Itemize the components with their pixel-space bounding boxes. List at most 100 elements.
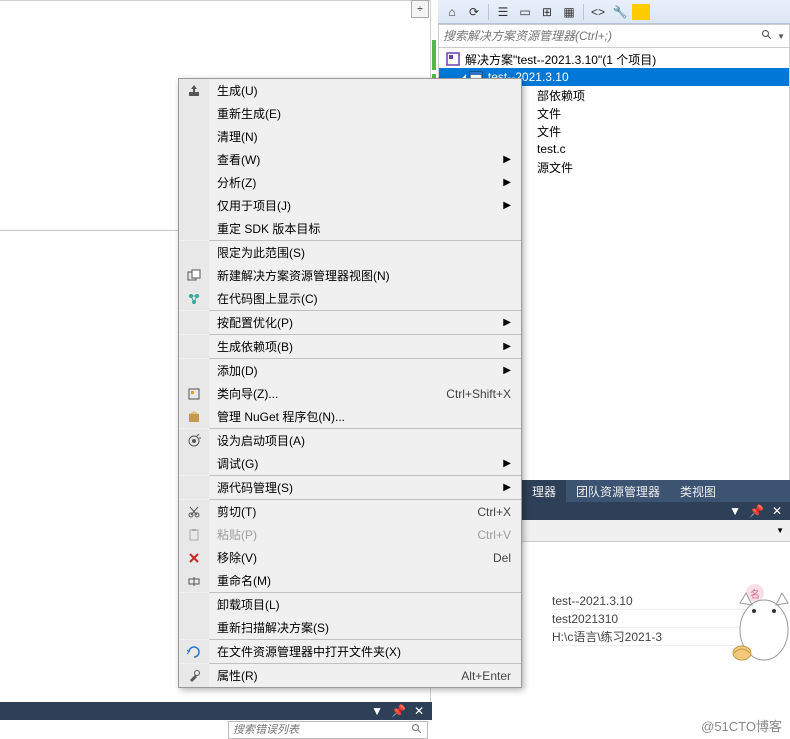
menu-item[interactable]: 调试(G)▶ xyxy=(179,452,521,475)
submenu-arrow-icon: ▶ xyxy=(497,200,511,211)
submenu-arrow-icon: ▶ xyxy=(497,482,511,493)
search-error-list[interactable] xyxy=(228,721,428,739)
new-view-icon xyxy=(179,264,209,287)
tab-class-view[interactable]: 类视图 xyxy=(670,480,726,502)
menu-label: 生成依赖项(B) xyxy=(209,338,497,355)
properties-icon xyxy=(179,664,209,687)
search-solution-explorer[interactable]: ▼ xyxy=(438,24,790,48)
menu-label: 属性(R) xyxy=(209,667,451,684)
dropdown-icon[interactable]: ▼ xyxy=(777,32,785,41)
menu-shortcut: Ctrl+X xyxy=(467,505,511,519)
menu-item[interactable]: 管理 NuGet 程序包(N)... xyxy=(179,405,521,428)
menu-icon-empty xyxy=(179,125,209,148)
menu-item[interactable]: 设为启动项目(A) xyxy=(179,429,521,452)
menu-item[interactable]: 查看(W)▶ xyxy=(179,148,521,171)
collapse-all-icon[interactable]: ☰ xyxy=(493,2,513,22)
separator xyxy=(488,4,489,20)
menu-item[interactable]: 重新生成(E) xyxy=(179,102,521,125)
solution-icon xyxy=(445,51,461,67)
solution-root[interactable]: 解决方案"test--2021.3.10"(1 个项目) xyxy=(439,50,789,68)
search-icon[interactable] xyxy=(757,29,777,44)
search-input[interactable] xyxy=(443,29,757,43)
code-icon[interactable]: <> xyxy=(588,2,608,22)
menu-item[interactable]: 剪切(T)Ctrl+X xyxy=(179,500,521,523)
show-all-icon[interactable]: ▭ xyxy=(515,2,535,22)
solution-explorer-toolbar: ⌂ ⟳ ☰ ▭ ⊞ ▦ <> 🔧 xyxy=(438,0,790,24)
dropdown-icon[interactable]: ▼ xyxy=(371,704,383,718)
class-wizard-icon xyxy=(179,382,209,405)
menu-label: 卸载项目(L) xyxy=(209,596,511,613)
menu-label: 重命名(M) xyxy=(209,572,511,589)
paste-icon xyxy=(179,523,209,546)
menu-label: 仅用于项目(J) xyxy=(209,197,497,214)
menu-item[interactable]: 在文件资源管理器中打开文件夹(X) xyxy=(179,640,521,663)
menu-item[interactable]: 重定 SDK 版本目标 xyxy=(179,217,521,240)
submenu-arrow-icon: ▶ xyxy=(497,365,511,376)
menu-item[interactable]: 清理(N) xyxy=(179,125,521,148)
menu-item: 粘贴(P)Ctrl+V xyxy=(179,523,521,546)
menu-label: 重新生成(E) xyxy=(209,105,511,122)
menu-icon-empty xyxy=(179,241,209,264)
tab-explorer[interactable]: 理器 xyxy=(522,480,566,502)
pin-icon[interactable]: 📌 xyxy=(391,704,406,718)
menu-item[interactable]: 添加(D)▶ xyxy=(179,359,521,382)
menu-icon-empty xyxy=(179,335,209,358)
menu-item[interactable]: 按配置优化(P)▶ xyxy=(179,311,521,334)
menu-item[interactable]: 卸载项目(L) xyxy=(179,593,521,616)
menu-label: 移除(V) xyxy=(209,549,483,566)
output-panel-header: ▼ 📌 ✕ xyxy=(0,702,432,720)
cut-icon xyxy=(179,500,209,523)
menu-item[interactable]: 限定为此范围(S) xyxy=(179,241,521,264)
menu-item[interactable]: 生成依赖项(B)▶ xyxy=(179,335,521,358)
collapse-button[interactable]: ÷ xyxy=(411,0,429,18)
cat-illustration xyxy=(730,575,790,665)
menu-item[interactable]: 移除(V)Del xyxy=(179,546,521,569)
menu-label: 查看(W) xyxy=(209,151,497,168)
change-marker xyxy=(432,40,436,70)
pin-icon[interactable]: 📌 xyxy=(749,504,764,518)
refresh-icon[interactable]: ⟳ xyxy=(464,2,484,22)
submenu-arrow-icon: ▶ xyxy=(497,341,511,352)
search-icon[interactable] xyxy=(411,723,423,738)
menu-item[interactable]: 类向导(Z)...Ctrl+Shift+X xyxy=(179,382,521,405)
wrench-icon[interactable]: 🔧 xyxy=(610,2,630,22)
menu-label: 剪切(T) xyxy=(209,503,467,520)
menu-label: 清理(N) xyxy=(209,128,511,145)
submenu-arrow-icon: ▶ xyxy=(497,458,511,469)
menu-label: 粘贴(P) xyxy=(209,526,467,543)
remove-icon xyxy=(179,546,209,569)
menu-item[interactable]: 新建解决方案资源管理器视图(N) xyxy=(179,264,521,287)
build-icon xyxy=(179,79,209,102)
menu-item[interactable]: 源代码管理(S)▶ xyxy=(179,476,521,499)
menu-shortcut: Ctrl+Shift+X xyxy=(436,387,511,401)
menu-label: 类向导(Z)... xyxy=(209,385,436,402)
preview-icon[interactable]: ▦ xyxy=(559,2,579,22)
solution-label: 解决方案"test--2021.3.10"(1 个项目) xyxy=(465,51,656,68)
home-icon[interactable]: ⌂ xyxy=(442,2,462,22)
search-error-input[interactable] xyxy=(233,724,411,736)
menu-label: 重定 SDK 版本目标 xyxy=(209,220,511,237)
menu-item[interactable]: 仅用于项目(J)▶ xyxy=(179,194,521,217)
dropdown-icon[interactable]: ▼ xyxy=(776,526,784,535)
menu-label: 按配置优化(P) xyxy=(209,314,497,331)
menu-item[interactable]: 分析(Z)▶ xyxy=(179,171,521,194)
menu-item[interactable]: 重新扫描解决方案(S) xyxy=(179,616,521,639)
dropdown-icon[interactable]: ▼ xyxy=(729,504,741,518)
right-tabs: 理器 团队资源管理器 类视图 xyxy=(522,480,790,502)
close-icon[interactable]: ✕ xyxy=(414,704,424,718)
menu-item[interactable]: 属性(R)Alt+Enter xyxy=(179,664,521,687)
highlight-icon[interactable] xyxy=(632,4,650,20)
separator xyxy=(583,4,584,20)
codemap-icon xyxy=(179,287,209,310)
menu-item[interactable]: 重命名(M) xyxy=(179,569,521,592)
menu-label: 新建解决方案资源管理器视图(N) xyxy=(209,267,511,284)
close-icon[interactable]: ✕ xyxy=(772,504,782,518)
menu-icon-empty xyxy=(179,217,209,240)
menu-item[interactable]: 在代码图上显示(C) xyxy=(179,287,521,310)
menu-icon-empty xyxy=(179,148,209,171)
properties-icon[interactable]: ⊞ xyxy=(537,2,557,22)
separator-line xyxy=(0,230,178,232)
menu-icon-empty xyxy=(179,359,209,382)
tab-team-explorer[interactable]: 团队资源管理器 xyxy=(566,480,670,502)
menu-item[interactable]: 生成(U) xyxy=(179,79,521,102)
